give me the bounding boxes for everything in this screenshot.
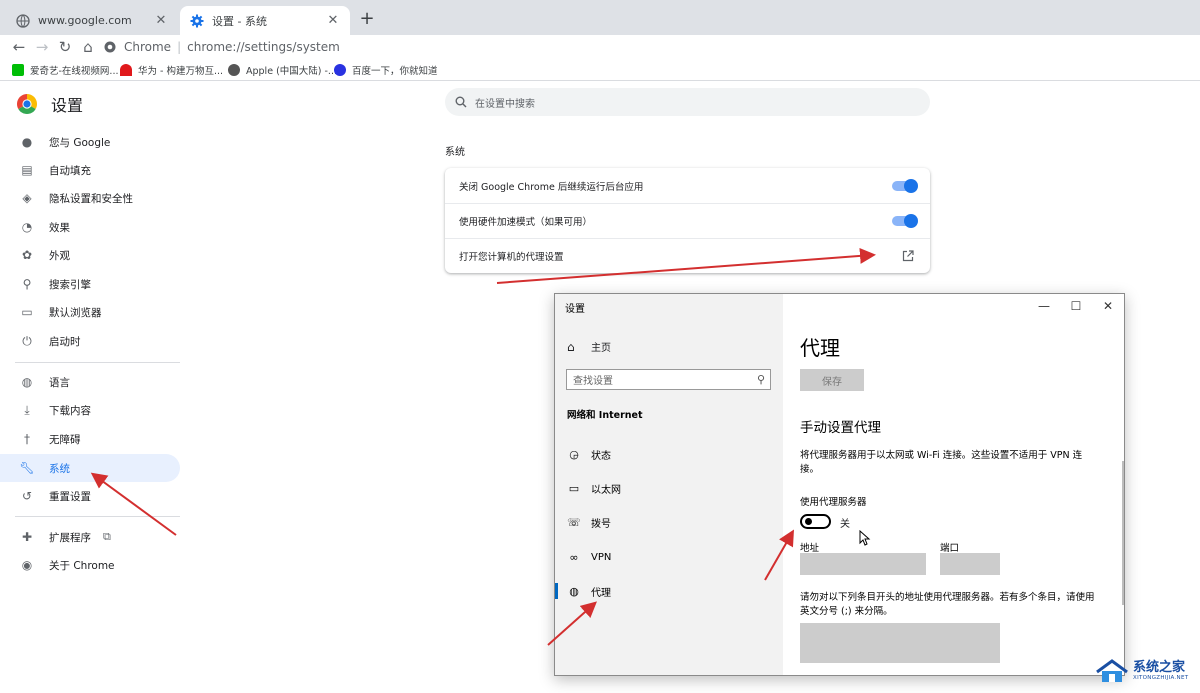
watermark-subtitle: XITONGZHIJIA.NET	[1133, 675, 1189, 681]
watermark-title: 系统之家	[1133, 660, 1186, 675]
arrow-to-proxy-link	[496, 247, 876, 284]
arrow-to-proxy-toggle	[764, 529, 794, 581]
arrow-to-proxy-nav	[547, 601, 597, 646]
annotation-arrows	[90, 247, 876, 646]
arrow-to-system	[90, 472, 177, 536]
watermark: 系统之家 XITONGZHIJIA.NET	[1095, 658, 1188, 684]
house-logo-icon	[1096, 659, 1128, 682]
